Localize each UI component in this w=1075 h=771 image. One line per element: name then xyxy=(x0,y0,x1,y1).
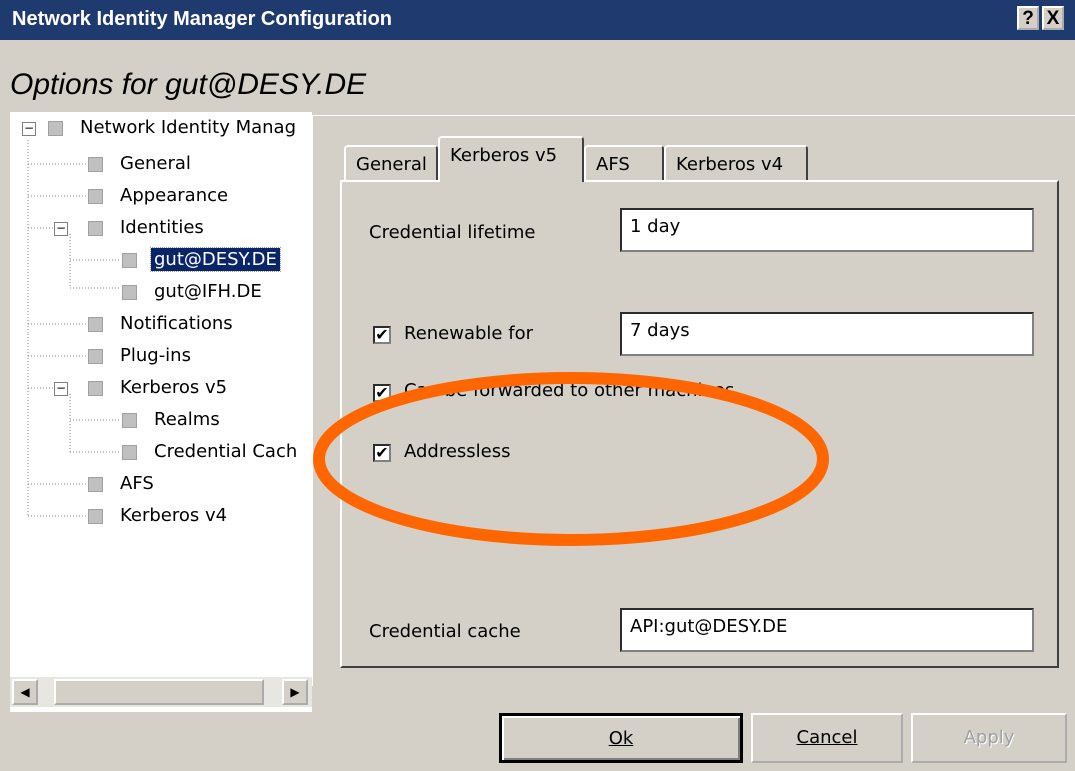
credential-cache-label: Credential cache xyxy=(369,621,521,642)
credential-lifetime-label: Credential lifetime xyxy=(369,222,536,243)
addressless-checkbox[interactable]: ✔ xyxy=(373,444,391,462)
tree-item-afs[interactable]: AFS xyxy=(88,470,157,498)
node-icon xyxy=(88,188,103,204)
close-button[interactable]: X xyxy=(1042,6,1064,30)
tree-item-kerberos4[interactable]: Kerberos v4 xyxy=(88,502,230,530)
tab-afs[interactable]: AFS xyxy=(584,145,664,181)
collapse-icon[interactable]: − xyxy=(54,222,68,236)
collapse-icon[interactable]: − xyxy=(54,382,68,396)
tree-item-realms[interactable]: Realms xyxy=(122,406,223,434)
node-icon xyxy=(88,348,103,364)
cancel-label: Cancel xyxy=(796,727,858,748)
node-icon xyxy=(122,284,137,300)
title-bar: Network Identity Manager Configuration ?… xyxy=(0,0,1075,40)
collapse-icon[interactable]: − xyxy=(22,122,36,136)
tree-item-appearance[interactable]: Appearance xyxy=(88,182,231,210)
help-button[interactable]: ? xyxy=(1017,6,1039,30)
renewable-checkbox[interactable]: ✔ xyxy=(373,326,391,344)
node-icon xyxy=(122,412,137,428)
node-icon xyxy=(88,476,103,492)
scroll-thumb[interactable] xyxy=(54,679,264,705)
apply-label: Apply xyxy=(963,727,1015,748)
ok-label: Ok xyxy=(608,728,634,749)
tab-kerberos5[interactable]: Kerberos v5 xyxy=(438,136,584,182)
tree-horizontal-scrollbar[interactable]: ◀ ▶ xyxy=(10,677,312,707)
forwardable-checkbox[interactable]: ✔ xyxy=(373,384,391,402)
forwardable-label: Can be forwarded to other machines xyxy=(404,380,735,401)
tree-item-general[interactable]: General xyxy=(88,150,194,178)
node-icon xyxy=(88,220,103,236)
window-title: Network Identity Manager Configuration xyxy=(12,8,393,30)
node-icon xyxy=(48,120,63,136)
tree-item-gut-desy[interactable]: gut@DESY.DE xyxy=(122,246,281,274)
scroll-left-icon[interactable]: ◀ xyxy=(12,679,38,705)
tab-kerberos4[interactable]: Kerberos v4 xyxy=(664,145,808,181)
tree-item-plugins[interactable]: Plug-ins xyxy=(88,342,194,370)
node-icon xyxy=(88,156,103,172)
renewable-input[interactable]: 7 days xyxy=(620,312,1034,356)
ok-button[interactable]: Ok xyxy=(499,713,743,763)
tree-item-kerberos5[interactable]: Kerberos v5 xyxy=(88,374,230,402)
tree-item-root[interactable]: Network Identity Manag xyxy=(48,114,299,142)
apply-button: Apply xyxy=(911,713,1067,763)
node-icon xyxy=(88,380,103,396)
tree-item-notifications[interactable]: Notifications xyxy=(88,310,236,338)
node-icon xyxy=(88,508,103,524)
tree-item-credential-cache[interactable]: Credential Cach xyxy=(122,438,300,466)
options-tree[interactable]: − Network Identity Manag General Appeara… xyxy=(10,112,312,712)
tab-general[interactable]: General xyxy=(344,145,438,181)
scroll-right-icon[interactable]: ▶ xyxy=(282,679,308,705)
node-icon xyxy=(88,316,103,332)
renewable-label: Renewable for xyxy=(404,323,533,344)
credential-lifetime-input[interactable]: 1 day xyxy=(620,208,1034,252)
credential-cache-input[interactable]: API:gut@DESY.DE xyxy=(620,608,1034,652)
cancel-button[interactable]: Cancel xyxy=(751,713,903,763)
node-icon xyxy=(122,252,137,268)
kerberos5-tab-content: Credential lifetime 1 day ✔ Renewable fo… xyxy=(340,180,1059,668)
tree-item-identities[interactable]: Identities xyxy=(88,214,207,242)
addressless-label: Addressless xyxy=(404,441,511,462)
page-title: Options for gut@DESY.DE xyxy=(10,68,367,101)
node-icon xyxy=(122,444,137,460)
tree-item-gut-ifh[interactable]: gut@IFH.DE xyxy=(122,278,265,306)
